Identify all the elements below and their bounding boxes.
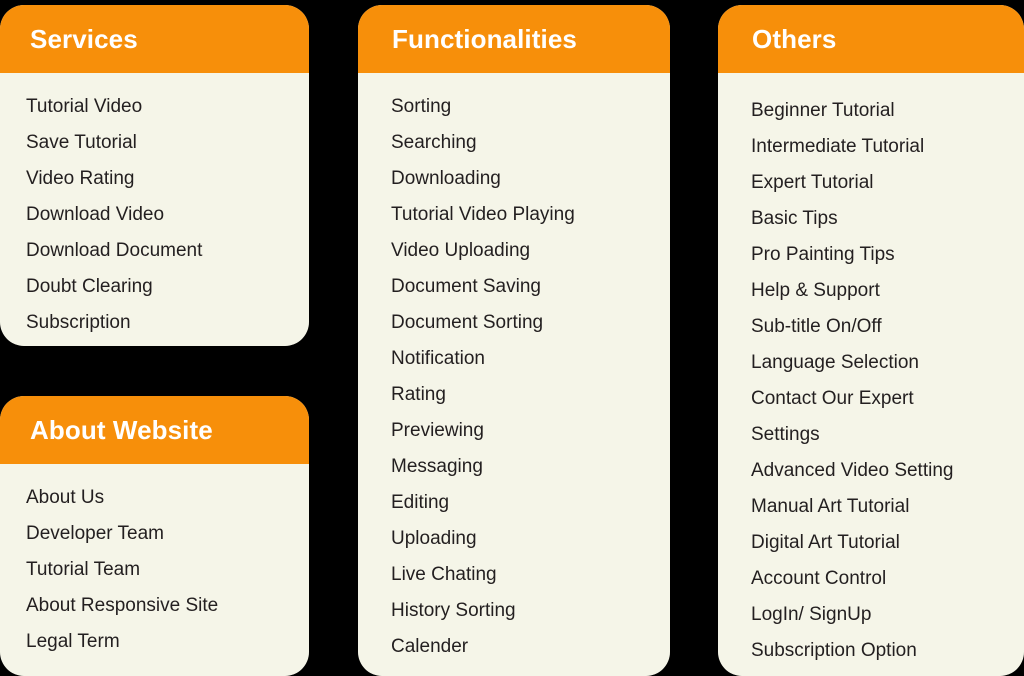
list-item[interactable]: Account Control <box>751 561 1024 597</box>
card-functionalities: Functionalities Sorting Searching Downlo… <box>358 5 670 676</box>
card-others-header: Others <box>718 5 1024 73</box>
card-functionalities-title: Functionalities <box>392 24 577 54</box>
list-item[interactable]: Searching <box>391 125 670 161</box>
list-item[interactable]: Calender <box>391 629 670 665</box>
list-item[interactable]: Settings <box>751 417 1024 453</box>
list-item[interactable]: Pro Painting Tips <box>751 237 1024 273</box>
list-item[interactable]: Uploading <box>391 521 670 557</box>
list-item[interactable]: Beginner Tutorial <box>751 93 1024 129</box>
card-functionalities-body: Sorting Searching Downloading Tutorial V… <box>358 73 670 665</box>
list-item[interactable]: Video Uploading <box>391 233 670 269</box>
card-about-website-title: About Website <box>30 415 213 445</box>
list-item[interactable]: Sorting <box>391 89 670 125</box>
cards-board: Services Tutorial Video Save Tutorial Vi… <box>0 0 1024 676</box>
list-item[interactable]: Messaging <box>391 449 670 485</box>
list-item[interactable]: Notification <box>391 341 670 377</box>
list-item[interactable]: Document Sorting <box>391 305 670 341</box>
list-item[interactable]: Tutorial Video Playing <box>391 197 670 233</box>
list-item[interactable]: Doubt Clearing <box>26 269 309 305</box>
list-item[interactable]: Previewing <box>391 413 670 449</box>
list-item[interactable]: Intermediate Tutorial <box>751 129 1024 165</box>
list-item[interactable]: Advanced Video Setting <box>751 453 1024 489</box>
list-item[interactable]: Download Video <box>26 197 309 233</box>
list-item[interactable]: Legal Term <box>26 624 309 660</box>
list-item[interactable]: Basic Tips <box>751 201 1024 237</box>
card-services-header: Services <box>0 5 309 73</box>
list-item[interactable]: About Responsive Site <box>26 588 309 624</box>
card-others-body: Beginner Tutorial Intermediate Tutorial … <box>718 73 1024 669</box>
card-functionalities-header: Functionalities <box>358 5 670 73</box>
list-item[interactable]: Expert Tutorial <box>751 165 1024 201</box>
list-item[interactable]: Tutorial Team <box>26 552 309 588</box>
card-others-title: Others <box>752 24 837 54</box>
list-item[interactable]: History Sorting <box>391 593 670 629</box>
list-item[interactable]: Subscription <box>26 305 309 341</box>
list-item[interactable]: LogIn/ SignUp <box>751 597 1024 633</box>
list-item[interactable]: Editing <box>391 485 670 521</box>
list-item[interactable]: Live Chating <box>391 557 670 593</box>
list-item[interactable]: Tutorial Video <box>26 89 309 125</box>
card-services: Services Tutorial Video Save Tutorial Vi… <box>0 5 309 346</box>
list-item[interactable]: Help & Support <box>751 273 1024 309</box>
card-others-list: Beginner Tutorial Intermediate Tutorial … <box>751 93 1024 669</box>
list-item[interactable]: Downloading <box>391 161 670 197</box>
card-about-website-list: About Us Developer Team Tutorial Team Ab… <box>26 480 309 660</box>
card-about-website-body: About Us Developer Team Tutorial Team Ab… <box>0 464 309 660</box>
list-item[interactable]: Contact Our Expert <box>751 381 1024 417</box>
card-about-website-header: About Website <box>0 396 309 464</box>
list-item[interactable]: Document Saving <box>391 269 670 305</box>
list-item[interactable]: Language Selection <box>751 345 1024 381</box>
list-item[interactable]: Download Document <box>26 233 309 269</box>
list-item[interactable]: Video Rating <box>26 161 309 197</box>
list-item[interactable]: Digital Art Tutorial <box>751 525 1024 561</box>
card-services-list: Tutorial Video Save Tutorial Video Ratin… <box>26 89 309 341</box>
card-functionalities-list: Sorting Searching Downloading Tutorial V… <box>391 89 670 665</box>
card-about-website: About Website About Us Developer Team Tu… <box>0 396 309 676</box>
list-item[interactable]: Save Tutorial <box>26 125 309 161</box>
card-services-body: Tutorial Video Save Tutorial Video Ratin… <box>0 73 309 341</box>
list-item[interactable]: Subscription Option <box>751 633 1024 669</box>
card-others: Others Beginner Tutorial Intermediate Tu… <box>718 5 1024 676</box>
list-item[interactable]: Developer Team <box>26 516 309 552</box>
list-item[interactable]: Manual Art Tutorial <box>751 489 1024 525</box>
list-item[interactable]: About Us <box>26 480 309 516</box>
card-services-title: Services <box>30 24 138 54</box>
list-item[interactable]: Rating <box>391 377 670 413</box>
list-item[interactable]: Sub-title On/Off <box>751 309 1024 345</box>
